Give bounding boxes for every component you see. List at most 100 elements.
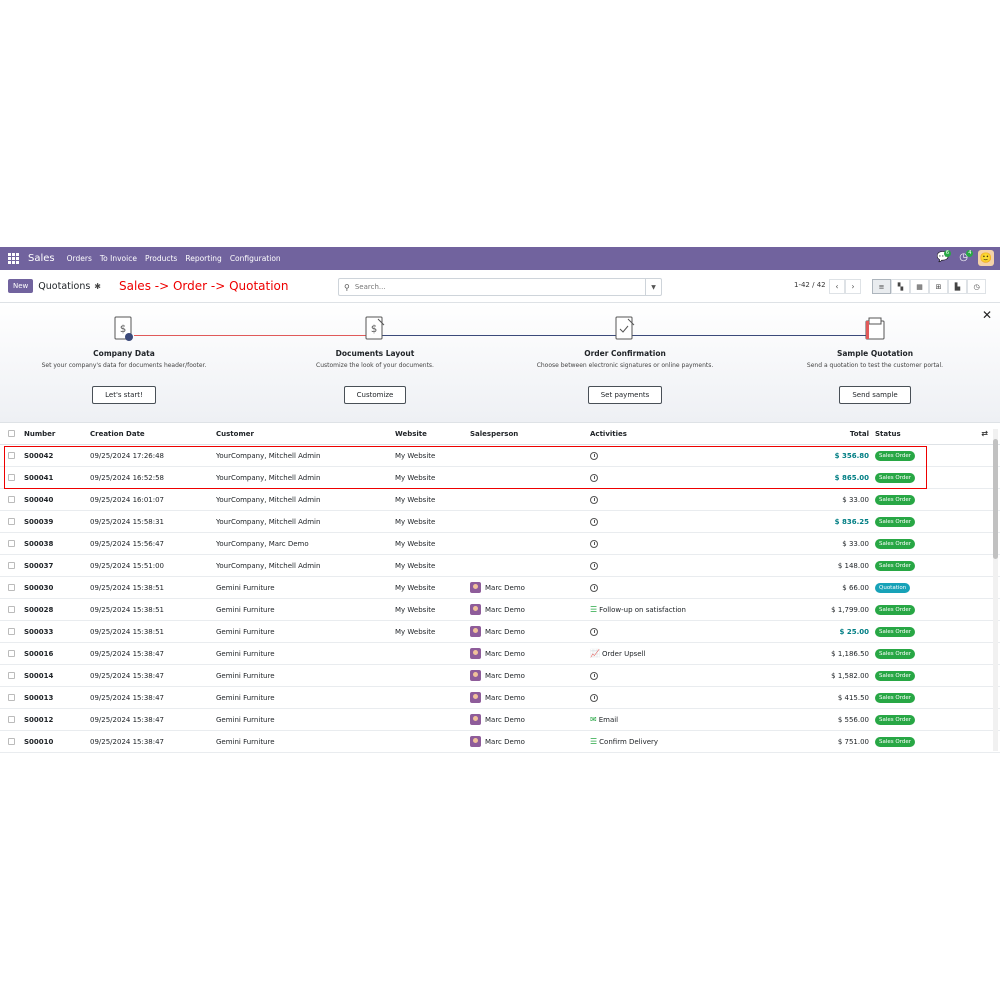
search-input[interactable] — [354, 283, 635, 291]
table-row[interactable]: S00038 09/25/2024 15:56:47 YourCompany, Ma… — [0, 533, 1000, 555]
activity-summary[interactable]: Follow-up on satisfaction — [599, 606, 686, 614]
user-avatar[interactable]: 🙂 — [978, 250, 994, 266]
select-all-checkbox[interactable] — [8, 430, 15, 437]
menu-reporting[interactable]: Reporting — [185, 254, 221, 263]
activity-cell[interactable]: 📈 Order Upsell — [590, 649, 646, 658]
activity-summary[interactable]: Email — [599, 716, 618, 724]
search-options-toggle[interactable]: ▼ — [645, 279, 661, 295]
list-scrollbar[interactable] — [993, 429, 998, 751]
new-button[interactable]: New — [8, 279, 34, 293]
menu-orders[interactable]: Orders — [67, 254, 92, 263]
activity-cell[interactable] — [590, 583, 598, 592]
table-row[interactable]: S00013 09/25/2024 15:38:47 Gemini Furnitur… — [0, 687, 1000, 709]
activity-cell[interactable]: ☰ Confirm Delivery — [590, 737, 658, 746]
table-row[interactable]: S00016 09/25/2024 15:38:47 Gemini Furnitur… — [0, 643, 1000, 665]
table-row[interactable]: S00030 09/25/2024 15:38:51 Gemini Furnitur… — [0, 577, 1000, 599]
clock-icon[interactable] — [590, 495, 598, 504]
row-checkbox[interactable] — [8, 496, 15, 503]
menu-to-invoice[interactable]: To Invoice — [100, 254, 137, 263]
clock-icon[interactable] — [590, 473, 598, 482]
row-checkbox[interactable] — [8, 452, 15, 459]
set-payments-button[interactable]: Set payments — [587, 386, 663, 404]
menu-configuration[interactable]: Configuration — [230, 254, 281, 263]
table-row[interactable]: S00012 09/25/2024 15:38:47 Gemini Furnitur… — [0, 709, 1000, 731]
row-checkbox[interactable] — [8, 562, 15, 569]
row-checkbox[interactable] — [8, 694, 15, 701]
table-row[interactable]: S00042 09/25/2024 17:26:48 YourCompany, Mi… — [0, 445, 1000, 467]
row-checkbox[interactable] — [8, 606, 15, 613]
table-row[interactable]: S00033 09/25/2024 15:38:51 Gemini Furnitur… — [0, 621, 1000, 643]
header-creation-date[interactable]: Creation Date — [90, 430, 145, 438]
activity-cell[interactable] — [590, 671, 598, 680]
clock-icon[interactable] — [590, 671, 598, 680]
activity-cell[interactable] — [590, 517, 598, 526]
clock-icon[interactable] — [590, 627, 598, 636]
header-number[interactable]: Number — [24, 430, 55, 438]
row-checkbox[interactable] — [8, 716, 15, 723]
activity-cell[interactable]: ✉ Email — [590, 715, 618, 724]
customer-name: YourCompany, Mitchell Admin — [216, 517, 321, 526]
calendar-view-icon[interactable]: ▦ — [910, 279, 929, 294]
activity-cell[interactable] — [590, 561, 598, 570]
activity-cell[interactable] — [590, 693, 598, 702]
table-row[interactable]: S00040 09/25/2024 16:01:07 YourCompany, Mi… — [0, 489, 1000, 511]
activity-cell[interactable] — [590, 627, 598, 636]
activity-button[interactable]: ◷ 4 — [959, 250, 974, 263]
row-checkbox[interactable] — [8, 584, 15, 591]
table-row[interactable]: S00028 09/25/2024 15:38:51 Gemini Furnitur… — [0, 599, 1000, 621]
pager-previous-button[interactable]: ‹ — [829, 279, 845, 294]
send-sample-button[interactable]: Send sample — [839, 386, 911, 404]
table-row[interactable]: S00041 09/25/2024 16:52:58 YourCompany, Mi… — [0, 467, 1000, 489]
row-checkbox[interactable] — [8, 738, 15, 745]
header-customer[interactable]: Customer — [216, 430, 254, 438]
customize-button[interactable]: Customize — [343, 386, 407, 404]
header-website[interactable]: Website — [395, 430, 427, 438]
activity-cell[interactable] — [590, 539, 598, 548]
row-checkbox[interactable] — [8, 474, 15, 481]
row-checkbox[interactable] — [8, 628, 15, 635]
header-salesperson[interactable]: Salesperson — [470, 430, 518, 438]
pager-value[interactable]: 1-42 / 42 — [794, 281, 826, 289]
activity-summary[interactable]: Order Upsell — [602, 650, 646, 658]
table-row[interactable]: S00037 09/25/2024 15:51:00 YourCompany, Mi… — [0, 555, 1000, 577]
activity-cell[interactable] — [590, 451, 598, 460]
salesperson-name: Marc Demo — [485, 715, 525, 724]
header-total[interactable]: Total — [850, 430, 869, 438]
activity-view-icon[interactable]: ◷ — [967, 279, 986, 294]
pivot-view-icon[interactable]: ⊞ — [929, 279, 948, 294]
list-view-icon[interactable]: ≡ — [872, 279, 891, 294]
clock-icon[interactable] — [590, 583, 598, 592]
table-row[interactable]: S00010 09/25/2024 15:38:47 Gemini Furnitur… — [0, 731, 1000, 753]
header-activities[interactable]: Activities — [590, 430, 627, 438]
app-name[interactable]: Sales — [28, 253, 55, 264]
order-number: S00013 — [24, 693, 54, 702]
pager-next-button[interactable]: › — [845, 279, 861, 294]
clock-icon[interactable] — [590, 561, 598, 570]
row-checkbox[interactable] — [8, 672, 15, 679]
clock-icon[interactable] — [590, 539, 598, 548]
row-checkbox[interactable] — [8, 518, 15, 525]
lets-start-button[interactable]: Let's start! — [92, 386, 156, 404]
activity-cell[interactable] — [590, 495, 598, 504]
table-row[interactable]: S00039 09/25/2024 15:58:31 YourCompany, Mi… — [0, 511, 1000, 533]
activity-cell[interactable] — [590, 473, 598, 482]
close-icon[interactable]: ✕ — [982, 308, 992, 322]
scrollbar-thumb[interactable] — [993, 439, 998, 559]
activity-cell[interactable]: ☰ Follow-up on satisfaction — [590, 605, 686, 614]
kanban-view-icon[interactable]: ▚ — [891, 279, 910, 294]
row-checkbox[interactable] — [8, 650, 15, 657]
apps-menu-icon[interactable] — [8, 252, 20, 265]
table-row[interactable]: S00014 09/25/2024 15:38:47 Gemini Furnitur… — [0, 665, 1000, 687]
clock-icon[interactable] — [590, 693, 598, 702]
sliders-icon[interactable]: ⇄ — [981, 429, 988, 438]
menu-products[interactable]: Products — [145, 254, 177, 263]
clock-icon[interactable] — [590, 451, 598, 460]
graph-view-icon[interactable]: ▙ — [948, 279, 967, 294]
clock-icon[interactable] — [590, 517, 598, 526]
row-checkbox[interactable] — [8, 540, 15, 547]
status-badge: Sales Order — [875, 560, 916, 571]
gear-icon[interactable]: ✱ — [94, 282, 101, 291]
chat-button[interactable]: 💬 6 — [937, 250, 951, 263]
activity-summary[interactable]: Confirm Delivery — [599, 738, 658, 746]
header-status[interactable]: Status — [875, 430, 901, 438]
